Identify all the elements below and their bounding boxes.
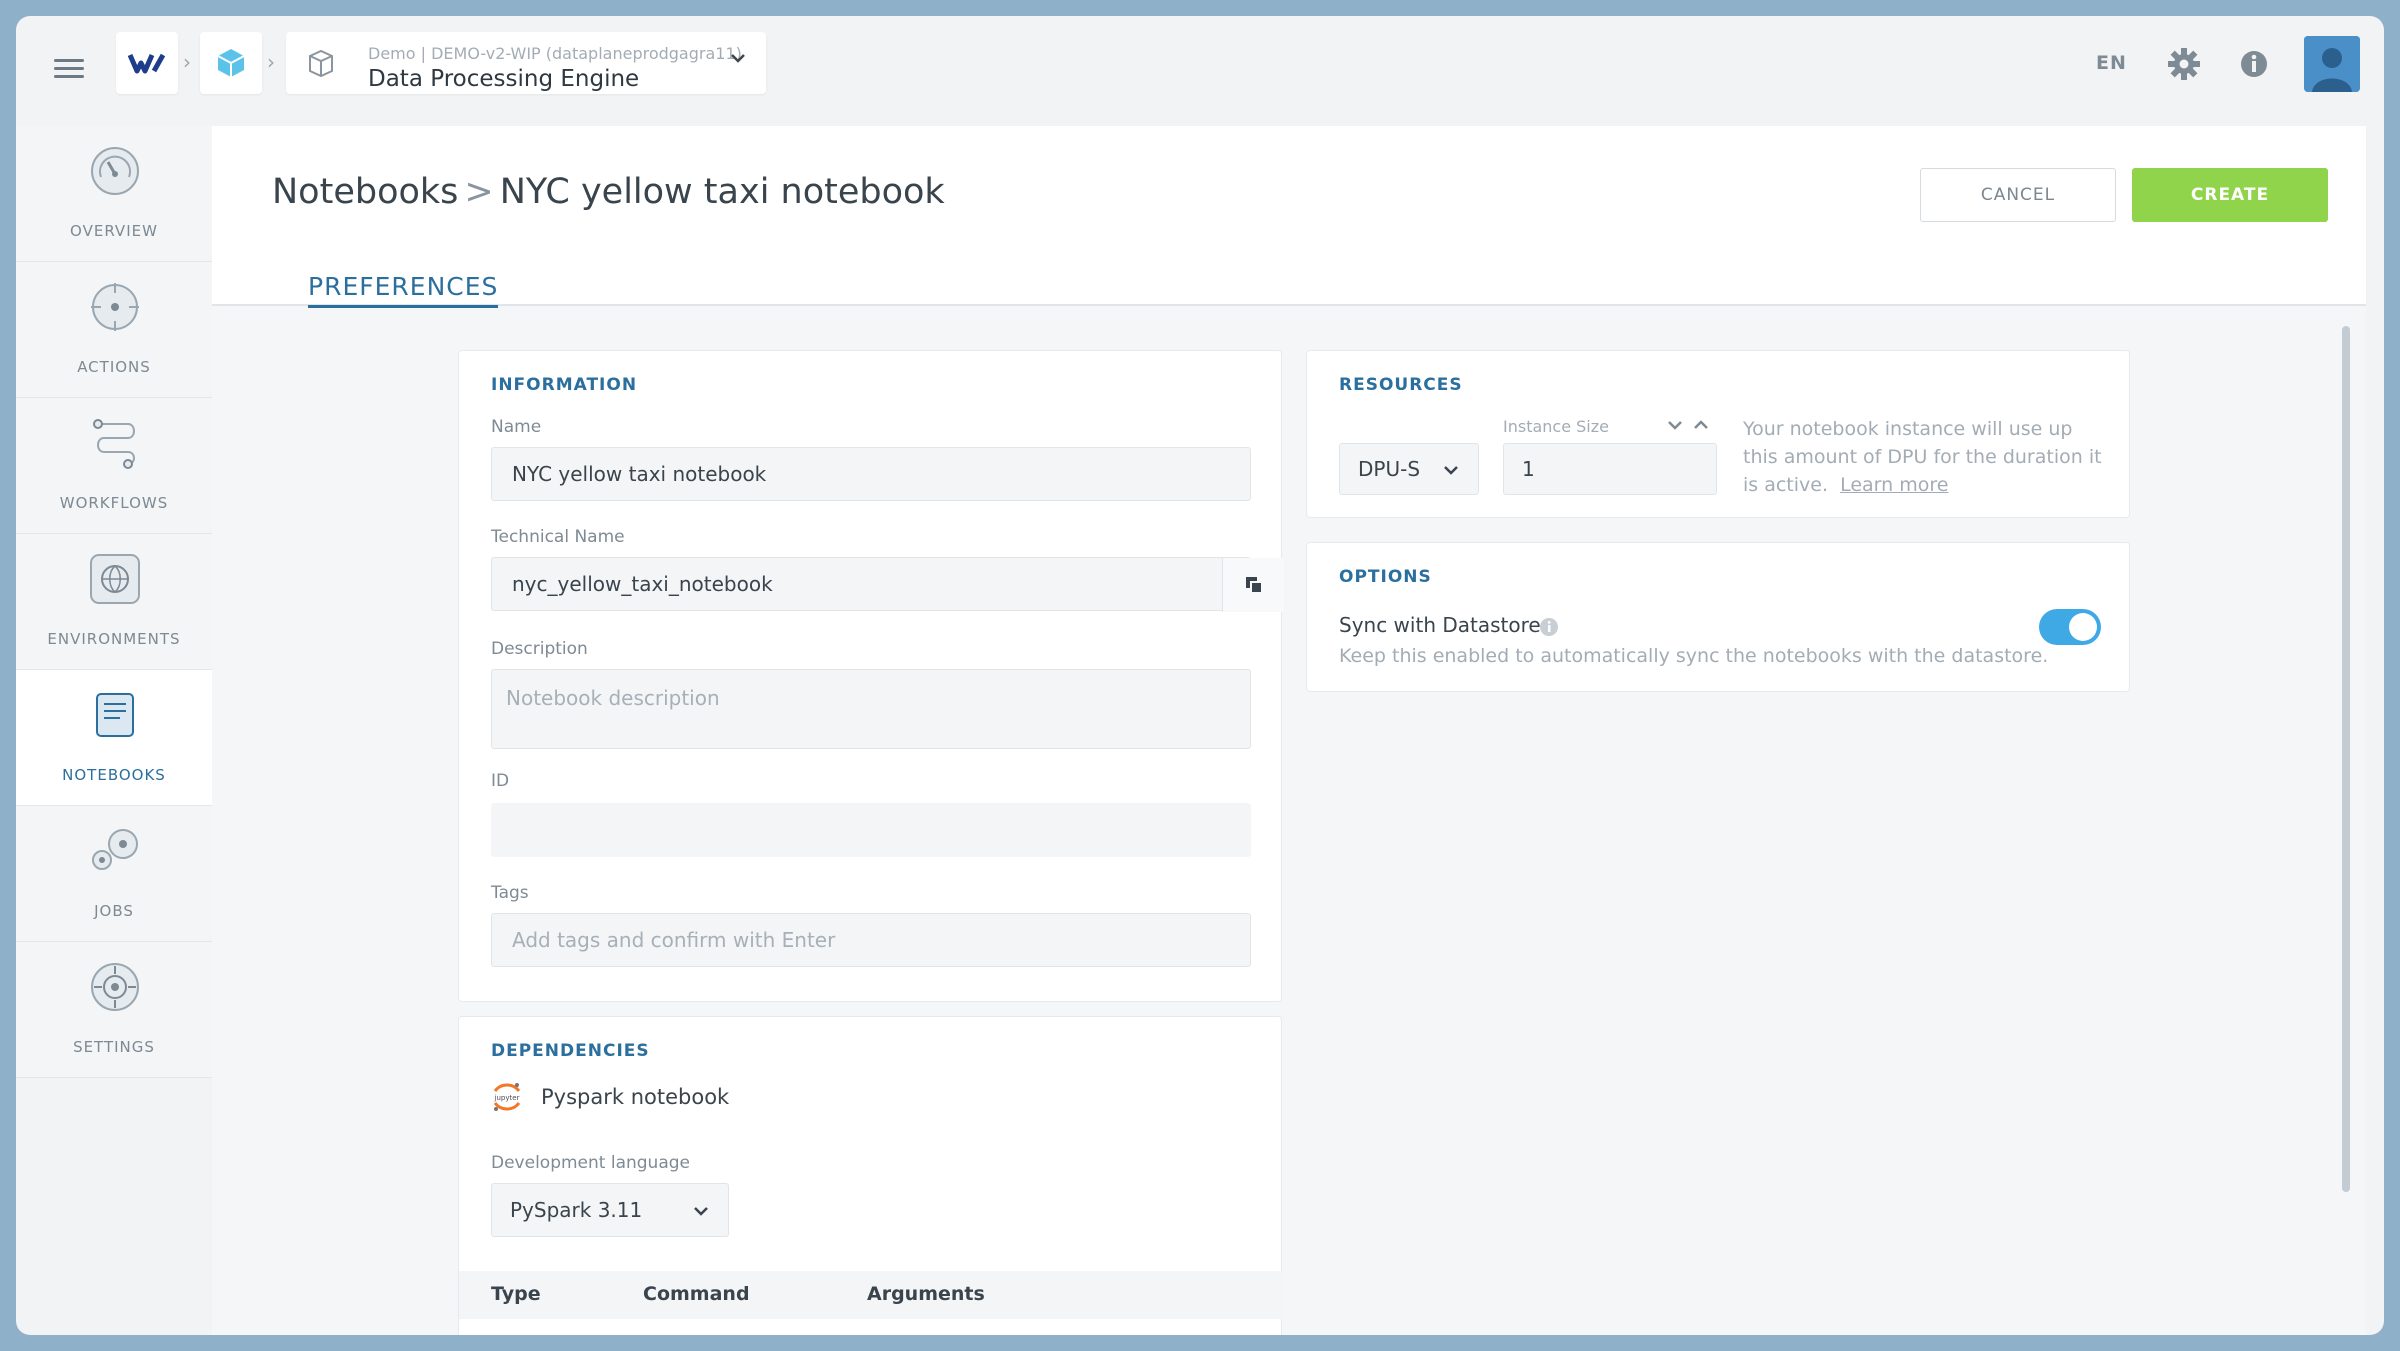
chevron-right-icon: › xyxy=(183,50,191,74)
technical-name-value: nyc_yellow_taxi_notebook xyxy=(512,572,773,596)
dev-language-value: PySpark 3.11 xyxy=(510,1198,643,1222)
info-icon[interactable] xyxy=(1539,617,1559,637)
dpu-type-select[interactable]: DPU-S xyxy=(1339,443,1479,495)
id-input[interactable] xyxy=(491,803,1251,857)
sidebar-item-notebooks[interactable]: NOTEBOOKS xyxy=(16,670,224,806)
sidebar: OVERVIEW ACTIONS WORKFLOWS ENVIRONMENTS … xyxy=(16,126,224,1078)
box-icon xyxy=(309,49,333,78)
technical-name-input[interactable]: nyc_yellow_taxi_notebook xyxy=(491,557,1284,612)
chevron-down-icon[interactable] xyxy=(728,48,748,68)
main-panel: Notebooks > NYC yellow taxi notebook CANCE… xyxy=(212,126,2366,1335)
id-label: ID xyxy=(491,771,510,791)
chevron-down-icon xyxy=(1444,466,1458,475)
breadcrumb: Notebooks > NYC yellow taxi notebook xyxy=(272,172,945,212)
instance-size-input[interactable]: 1 xyxy=(1503,443,1717,495)
name-input[interactable]: NYC yellow taxi notebook xyxy=(491,447,1251,501)
chevron-up-icon[interactable] xyxy=(1691,417,1711,433)
gauge-icon xyxy=(91,147,139,195)
sidebar-item-environments[interactable]: ENVIRONMENTS xyxy=(16,534,212,670)
company-logo[interactable] xyxy=(116,32,178,94)
language-switch[interactable]: EN xyxy=(2096,52,2127,74)
sidebar-item-settings[interactable]: SETTINGS xyxy=(16,942,212,1078)
description-label: Description xyxy=(491,639,588,659)
jupyter-icon: jupyter xyxy=(494,1083,521,1111)
sync-label: Sync with Datastore xyxy=(1339,613,1541,637)
chevron-down-icon xyxy=(694,1207,708,1216)
sidebar-item-label: OVERVIEW xyxy=(70,222,158,240)
sidebar-item-workflows[interactable]: WORKFLOWS xyxy=(16,398,212,534)
environment-icon xyxy=(90,554,140,604)
technical-name-label: Technical Name xyxy=(491,527,625,547)
project-crumb[interactable] xyxy=(200,32,262,94)
sidebar-item-jobs[interactable]: JOBS xyxy=(16,806,212,942)
sidebar-item-label: WORKFLOWS xyxy=(59,494,169,512)
dev-language-select[interactable]: PySpark 3.11 xyxy=(491,1183,729,1237)
section-title: DEPENDENCIES xyxy=(491,1041,650,1061)
engine-selector[interactable]: Demo | DEMO-v2-WIP (dataplaneprodgagra11… xyxy=(286,32,766,94)
cube-icon xyxy=(217,49,245,77)
jobs-icon xyxy=(92,829,138,870)
sidebar-item-label: JOBS xyxy=(94,902,134,920)
section-title: RESOURCES xyxy=(1339,375,1463,395)
sidebar-item-actions[interactable]: ACTIONS xyxy=(16,262,212,398)
user-avatar-icon xyxy=(2304,36,2360,92)
avatar[interactable] xyxy=(2304,36,2360,92)
logo-icon xyxy=(128,53,166,74)
sidebar-item-overview[interactable]: OVERVIEW xyxy=(16,126,212,262)
column-header-type: Type xyxy=(491,1283,541,1305)
target-icon xyxy=(91,283,139,331)
description-input[interactable]: Notebook description xyxy=(491,669,1251,749)
breadcrumb-separator: > xyxy=(464,172,494,212)
info-icon[interactable] xyxy=(2236,46,2272,82)
engine-subtitle: Demo | DEMO-v2-WIP (dataplaneprodgagra11… xyxy=(368,44,742,63)
create-button[interactable]: CREATE xyxy=(2132,168,2328,222)
tab-preferences[interactable]: PREFERENCES xyxy=(308,272,499,308)
breadcrumb-current: NYC yellow taxi notebook xyxy=(499,172,945,212)
chevron-right-icon: › xyxy=(267,50,275,74)
information-card: INFORMATION Name NYC yellow taxi noteboo… xyxy=(458,350,1284,1002)
dev-language-label: Development language xyxy=(491,1153,690,1173)
top-bar: › › Demo | DEMO-v2-WIP (dataplaneprodgag… xyxy=(16,16,2384,126)
column-header-command: Command xyxy=(643,1283,750,1305)
tags-label: Tags xyxy=(491,883,529,903)
column-header-arguments: Arguments xyxy=(867,1283,985,1305)
sidebar-item-label: SETTINGS xyxy=(73,1038,155,1056)
resources-card: RESOURCES DPU-S Instance Size 1 Your not… xyxy=(1306,350,2130,518)
instance-size-label: Instance Size xyxy=(1503,417,1609,436)
learn-more-link[interactable]: Learn more xyxy=(1840,474,1948,496)
settings-icon xyxy=(91,963,139,1011)
engine-title: Data Processing Engine xyxy=(368,66,640,92)
sync-toggle[interactable] xyxy=(2039,609,2101,645)
page-header: Notebooks > NYC yellow taxi notebook CANCE… xyxy=(212,126,2366,308)
dependencies-card: DEPENDENCIES jupyter Pyspark notebook De… xyxy=(458,1016,1283,1335)
sidebar-item-label: NOTEBOOKS xyxy=(62,766,166,784)
resources-help: Your notebook instance will use up this … xyxy=(1743,415,2103,499)
tags-input[interactable]: Add tags and confirm with Enter xyxy=(491,913,1251,967)
notebook-icon xyxy=(96,693,134,737)
gear-icon[interactable] xyxy=(2166,46,2202,82)
breadcrumb-root[interactable]: Notebooks xyxy=(272,172,458,212)
cancel-button[interactable]: CANCEL xyxy=(1920,168,2116,222)
scrollbar[interactable] xyxy=(2342,326,2350,1192)
workflow-icon xyxy=(93,419,135,469)
chevron-down-icon[interactable] xyxy=(1665,417,1685,433)
app-window: › › Demo | DEMO-v2-WIP (dataplaneprodgag… xyxy=(16,16,2384,1335)
section-title: OPTIONS xyxy=(1339,567,1432,587)
section-title: INFORMATION xyxy=(491,375,638,395)
sync-help: Keep this enabled to automatically sync … xyxy=(1339,645,2049,667)
name-label: Name xyxy=(491,417,542,437)
dpu-type-value: DPU-S xyxy=(1358,457,1421,481)
dependency-name: Pyspark notebook xyxy=(541,1085,730,1109)
sidebar-item-label: ENVIRONMENTS xyxy=(47,630,181,648)
copy-icon xyxy=(1245,577,1263,594)
commands-table-header: Type Command Arguments xyxy=(459,1271,1283,1319)
sidebar-item-label: ACTIONS xyxy=(77,358,151,376)
menu-icon[interactable] xyxy=(54,54,84,82)
svg-text:jupyter: jupyter xyxy=(494,1094,520,1102)
copy-button[interactable] xyxy=(1222,558,1284,612)
options-card: OPTIONS Sync with Datastore Keep this en… xyxy=(1306,542,2130,692)
